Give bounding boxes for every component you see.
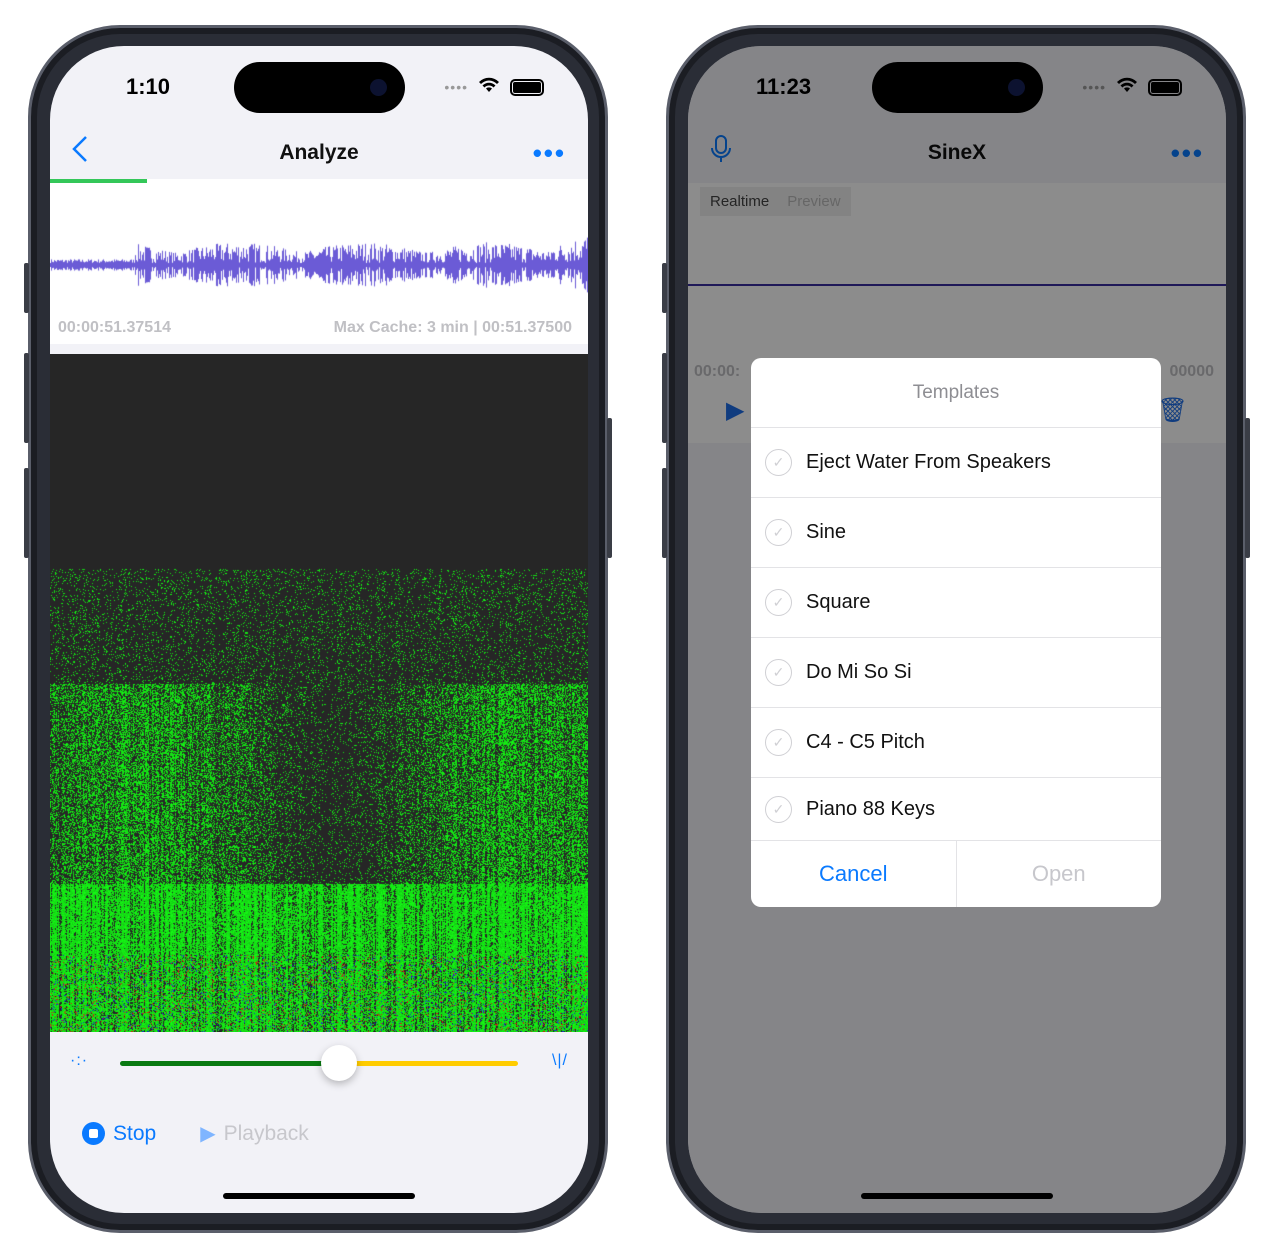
dynamic-island — [234, 62, 405, 113]
template-option-label: Eject Water From Speakers — [806, 451, 1051, 473]
status-icons: •••• — [1082, 76, 1182, 98]
playback-label: Playback — [223, 1121, 309, 1145]
page-title: Analyze — [279, 141, 359, 164]
checkmark-icon: ✓ — [765, 519, 792, 546]
cancel-button[interactable]: Cancel — [751, 841, 957, 907]
wifi-icon — [478, 76, 500, 98]
status-time: 11:23 — [756, 74, 812, 99]
side-button — [607, 418, 612, 558]
battery-icon — [1148, 78, 1182, 96]
stop-icon — [82, 1122, 105, 1145]
dynamic-island — [872, 62, 1043, 113]
template-option[interactable]: ✓ Sine — [751, 498, 1161, 568]
checkmark-icon: ✓ — [765, 659, 792, 686]
screen: SineX ••• Realtime Preview 00:00: 00000 … — [688, 46, 1226, 1213]
right-phone: SineX ••• Realtime Preview 00:00: 00000 … — [662, 25, 1250, 1233]
template-option-label: C4 - C5 Pitch — [806, 731, 925, 753]
side-button — [662, 353, 667, 443]
cache-info: Max Cache: 3 min | 00:51.37500 — [333, 319, 572, 336]
nav-bar: Analyze ••• — [50, 126, 588, 180]
brightness-high-icon: \|/ — [551, 1052, 568, 1069]
status-icons: •••• — [444, 76, 544, 98]
gain-slider[interactable]: ·:· \|/ — [50, 1044, 588, 1084]
chevron-left-icon[interactable] — [72, 135, 88, 171]
template-option-label: Do Mi So Si — [806, 661, 912, 683]
status-time: 1:10 — [126, 74, 171, 99]
side-button — [24, 353, 29, 443]
screen: 1:10 •••• Analyze ••• 00:00:51.37514 Max… — [50, 46, 588, 1213]
dialog-title: Templates — [751, 358, 1161, 428]
home-indicator — [223, 1193, 415, 1199]
left-phone: 1:10 •••• Analyze ••• 00:00:51.37514 Max… — [24, 25, 612, 1233]
slider-track-min — [120, 1061, 339, 1066]
brightness-low-icon: ·:· — [70, 1052, 89, 1069]
slider-thumb[interactable] — [320, 1045, 357, 1081]
side-button — [1245, 418, 1250, 558]
side-button — [662, 468, 667, 558]
ellipsis-icon[interactable]: ••• — [533, 138, 566, 169]
side-button — [662, 263, 667, 313]
wifi-icon — [1116, 76, 1138, 98]
stop-button[interactable]: Stop — [82, 1121, 156, 1146]
template-option[interactable]: ✓ Eject Water From Speakers — [751, 428, 1161, 498]
action-bar: Stop ▶ Playback — [82, 1121, 309, 1146]
checkmark-icon: ✓ — [765, 795, 792, 823]
template-option[interactable]: ✓ Square — [751, 568, 1161, 638]
current-time: 00:00:51.37514 — [58, 319, 171, 336]
side-button — [24, 468, 29, 558]
template-option[interactable]: ✓ C4 - C5 Pitch — [751, 708, 1161, 778]
template-option[interactable]: ✓ Piano 88 Keys — [751, 778, 1161, 841]
open-button[interactable]: Open — [957, 841, 1162, 907]
home-indicator — [861, 1193, 1053, 1199]
template-option-label: Sine — [806, 521, 847, 543]
play-icon: ▶ — [200, 1123, 216, 1145]
template-option[interactable]: ✓ Do Mi So Si — [751, 638, 1161, 708]
template-option-label: Piano 88 Keys — [806, 797, 935, 820]
checkmark-icon: ✓ — [765, 729, 792, 756]
stop-label: Stop — [113, 1121, 157, 1145]
templates-dialog: Templates ✓ Eject Water From Speakers ✓ Sin… — [751, 358, 1161, 907]
template-option-label: Square — [806, 591, 871, 613]
slider-track-max — [338, 1061, 518, 1066]
side-button — [24, 263, 29, 313]
checkmark-icon: ✓ — [765, 589, 792, 616]
checkmark-icon: ✓ — [765, 449, 792, 476]
battery-icon — [510, 78, 544, 96]
playback-button[interactable]: ▶ Playback — [200, 1121, 309, 1146]
spectrogram — [50, 354, 588, 1032]
signal-icon: •••• — [1082, 79, 1106, 95]
signal-icon: •••• — [444, 79, 468, 95]
